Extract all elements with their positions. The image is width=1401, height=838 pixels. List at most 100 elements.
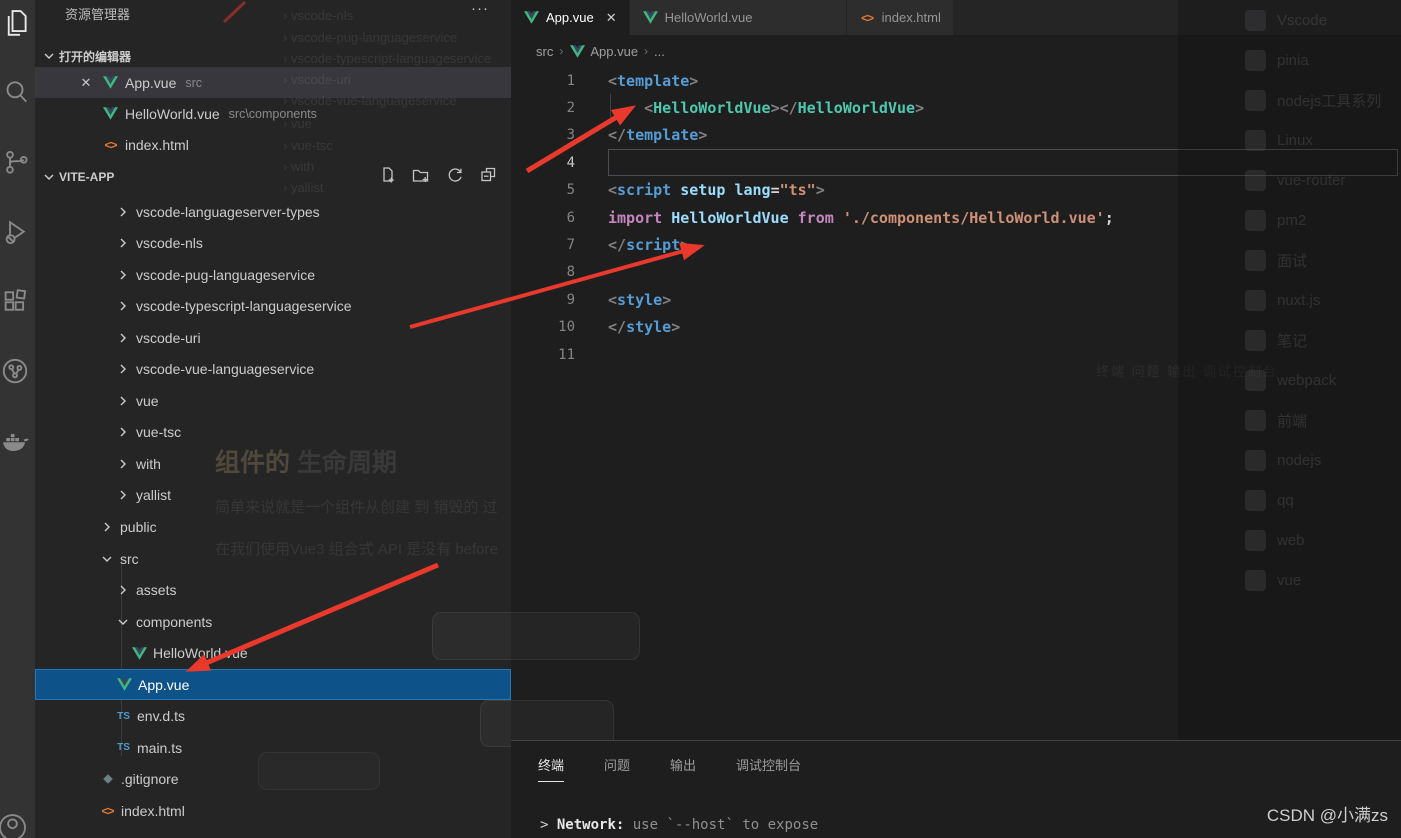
open-editor-path: src <box>185 75 203 90</box>
ghost-item-icon <box>1245 329 1266 351</box>
ghost-list-item: pinia <box>1178 40 1401 80</box>
close-icon[interactable]: ✕ <box>78 75 94 91</box>
chevron-right-icon <box>115 424 131 440</box>
chevron-down-icon <box>41 48 57 64</box>
ghost-tree-echo: › vscode-typescript-languageservice <box>283 51 492 66</box>
panel-tab-终端[interactable]: 终端 <box>538 755 565 782</box>
tab-HelloWorld.vue[interactable]: HelloWorld.vue <box>629 0 847 35</box>
chevron-right-icon <box>115 582 131 598</box>
tree-item-label: public <box>120 519 157 535</box>
tree-item-label: package-lock.json <box>121 835 233 838</box>
ghost-item-icon <box>1245 449 1266 471</box>
open-editors-label: 打开的编辑器 <box>59 49 132 64</box>
ghost-list-item: pm2 <box>1178 200 1401 240</box>
refresh-icon[interactable] <box>444 164 465 190</box>
breadcrumb-item[interactable]: src <box>536 44 553 59</box>
tree-item-vscode-uri[interactable]: vscode-uri <box>35 322 511 353</box>
breadcrumb-item[interactable]: App.vue <box>569 43 638 59</box>
chevron-right-icon <box>115 456 131 472</box>
tree-item-label: HelloWorld.vue <box>153 645 248 662</box>
ghost-list-item: nodejs <box>1178 440 1401 480</box>
tab-label: HelloWorld.vue <box>664 10 753 25</box>
chevron-right-icon <box>115 298 131 314</box>
panel-terminal: 终端 问题 输出 调试控制台 > Network: use `--host` to e… <box>511 740 1401 838</box>
ghost-item-icon <box>1245 489 1266 511</box>
ghost-background-list: Vscode pinia nodejs工具系列 Linux vue-router pm2 面… <box>1178 0 1401 740</box>
html-icon: <> <box>861 10 874 25</box>
line-number: 1 <box>566 72 575 89</box>
ghost-item-icon <box>1245 129 1266 151</box>
chevron-right-icon <box>115 393 131 409</box>
tree-item-package-lock.json[interactable]: {} package-lock.json <box>35 827 511 838</box>
ghost-item-icon <box>1245 409 1266 431</box>
panel-tab-问题[interactable]: 问题 <box>604 755 630 782</box>
tree-item-label: src <box>120 550 139 567</box>
search-icon[interactable] <box>0 74 32 108</box>
ghost-tree-echo: › vscode-nls <box>283 8 354 23</box>
chevron-right-icon: › <box>644 44 649 58</box>
vue-icon <box>102 106 119 122</box>
vue-icon <box>102 75 119 91</box>
tab-label: App.vue <box>546 10 594 25</box>
ghost-paragraph: 在我们使用Vue3 组合式 API 是没有 before <box>215 541 498 558</box>
chevron-right-icon <box>115 204 131 220</box>
run-debug-icon[interactable] <box>0 214 32 248</box>
ghost-tree-echo: › with <box>283 159 315 174</box>
tree-item-label: with <box>136 455 161 472</box>
close-icon[interactable]: ✕ <box>606 10 617 26</box>
line-number: 11 <box>558 346 575 363</box>
tree-item-label: vscode-pug-languageservice <box>136 266 315 283</box>
tree-item-label: vscode-nls <box>136 235 203 252</box>
tree-item-label: vscode-typescript-languageservice <box>136 298 352 315</box>
line-number: 6 <box>566 209 575 226</box>
breadcrumb-item[interactable]: ... <box>654 44 665 59</box>
tree-item-label: vscode-languageserver-types <box>136 203 320 220</box>
chevron-right-icon <box>115 487 131 503</box>
tree-item-assets[interactable]: assets <box>35 575 511 606</box>
tree-item-vscode-nls[interactable]: vscode-nls <box>35 228 511 259</box>
extensions-icon[interactable] <box>0 284 32 318</box>
open-editor-index.html[interactable]: ✕<>index.html <box>35 129 511 160</box>
line-number: 9 <box>566 291 575 308</box>
remote-icon[interactable] <box>0 354 32 388</box>
ghost-tree-echo: › vscode-uri <box>283 72 351 87</box>
vue-icon <box>116 677 133 693</box>
tree-item-label: vue <box>136 392 159 409</box>
tree-item-vscode-vue-languageservice[interactable]: vscode-vue-languageservice <box>35 354 511 385</box>
panel-tab-输出[interactable]: 输出 <box>670 755 696 782</box>
tree-item-label: components <box>136 613 213 630</box>
collapse-all-icon[interactable] <box>478 164 499 190</box>
chevron-right-icon <box>115 235 131 251</box>
docker-icon[interactable] <box>0 424 32 458</box>
more-actions-icon[interactable]: ··· <box>471 0 489 17</box>
account-icon[interactable] <box>0 808 32 838</box>
tree-item-vue[interactable]: vue <box>35 385 511 416</box>
ghost-list-item: vue-router <box>1178 160 1401 200</box>
tab-App.vue[interactable]: App.vue ✕ <box>511 0 630 35</box>
ghost-list-item: nodejs工具系列 <box>1178 80 1401 120</box>
chevron-right-icon: › <box>559 44 564 58</box>
vscode-window: App.vue ✕ HelloWorld.vue <> index.html src › A… <box>0 0 1401 838</box>
tree-item-vscode-pug-languageservice[interactable]: vscode-pug-languageservice <box>35 259 511 290</box>
new-file-icon[interactable] <box>376 164 397 190</box>
ghost-item-icon <box>1245 289 1266 311</box>
chevron-right-icon <box>99 519 115 535</box>
source-control-icon[interactable] <box>0 144 32 178</box>
tree-item-env.d.ts[interactable]: TS env.d.ts <box>35 701 511 732</box>
ghost-item-icon <box>1245 569 1266 591</box>
files-icon[interactable] <box>0 4 32 38</box>
tree-item-index.html[interactable]: <> index.html <box>35 795 511 826</box>
json-icon: {} <box>99 835 116 838</box>
tree-item-label: main.ts <box>137 739 183 756</box>
tab-index.html[interactable]: <> index.html <box>846 0 954 35</box>
ghost-button <box>432 612 640 660</box>
tree-item-App.vue[interactable]: App.vue <box>35 669 511 701</box>
open-editor-name: App.vue <box>125 74 177 91</box>
ghost-list-item: Vscode <box>1178 0 1401 40</box>
vue-icon <box>642 10 659 26</box>
tree-item-vscode-typescript-languageservice[interactable]: vscode-typescript-languageservice <box>35 291 511 322</box>
panel-tab-调试控制台[interactable]: 调试控制台 <box>736 755 801 782</box>
tree-item-vscode-languageserver-types[interactable]: vscode-languageserver-types <box>35 196 511 227</box>
new-folder-icon[interactable] <box>410 164 431 190</box>
html-icon: <> <box>104 137 117 152</box>
